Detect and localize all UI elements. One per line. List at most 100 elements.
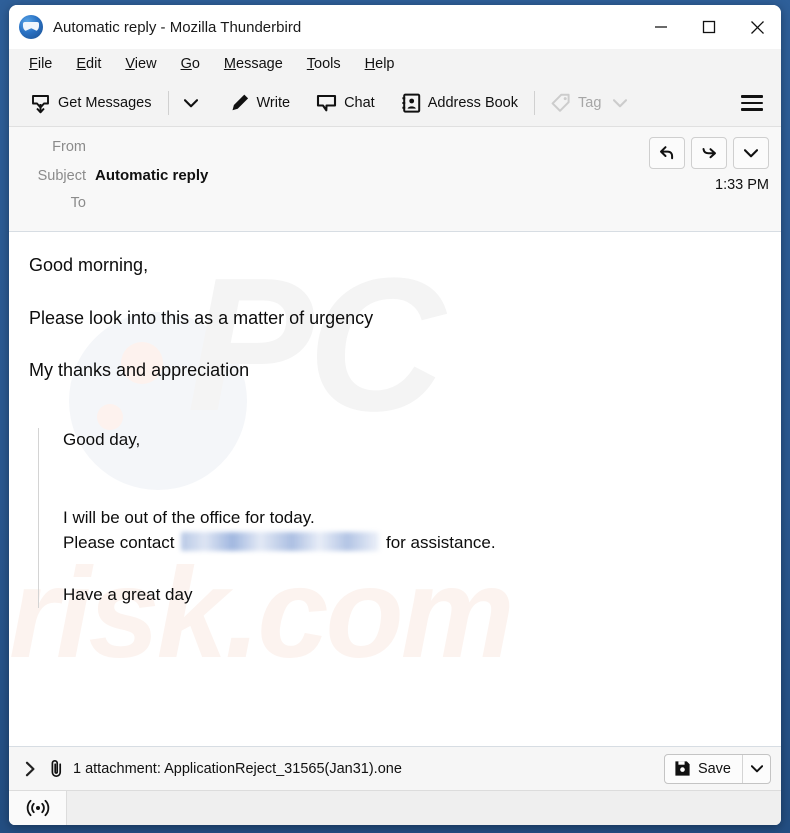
write-button[interactable]: Write xyxy=(223,89,298,117)
menu-item-message[interactable]: Message xyxy=(212,53,295,75)
message-body-content: Good morning, Please look into this as a… xyxy=(29,254,761,609)
hamburger-bar xyxy=(741,95,763,98)
tag-label: Tag xyxy=(578,95,602,111)
forward-arrow-icon xyxy=(702,148,716,159)
forward-button[interactable] xyxy=(691,137,727,169)
chevron-down-icon xyxy=(183,98,198,107)
paperclip-icon-wrapper xyxy=(44,759,73,778)
address-book-button[interactable]: Address Book xyxy=(394,89,525,117)
quote-spacer xyxy=(63,452,761,506)
minimize-icon xyxy=(655,26,667,28)
save-disk-icon xyxy=(675,761,690,776)
toolbar-separator-2 xyxy=(534,91,535,115)
save-label: Save xyxy=(697,760,731,777)
menu-label-rest: o xyxy=(191,56,200,72)
subject-label: Subject xyxy=(37,168,86,184)
desktop-background: Automatic reply - Mozilla Thunderbird Fi… xyxy=(0,0,790,833)
reply-arrow-icon xyxy=(660,146,674,160)
quote-spacer xyxy=(63,555,761,583)
to-label: To xyxy=(70,195,86,211)
close-button[interactable] xyxy=(733,5,781,49)
message-body: PC risk.com Good morning, Please look in… xyxy=(9,232,781,746)
thunderbird-window: Automatic reply - Mozilla Thunderbird Fi… xyxy=(9,5,781,825)
tag-button[interactable]: Tag xyxy=(544,89,634,117)
app-menu-button[interactable] xyxy=(733,89,771,117)
menu-item-file[interactable]: File xyxy=(17,53,64,75)
body-paragraph: Please look into this as a matter of urg… xyxy=(29,307,374,328)
toolbar-gap xyxy=(213,91,214,115)
quote-line-2: Please contact for assistance. xyxy=(63,531,761,556)
window-title: Automatic reply - Mozilla Thunderbird xyxy=(53,18,302,36)
menu-accesskey: G xyxy=(180,56,192,72)
menu-accesskey: E xyxy=(76,56,87,72)
address-book-icon xyxy=(402,93,420,113)
save-attachment-group: Save xyxy=(663,753,771,784)
menu-label-rest: ools xyxy=(314,56,341,72)
speech-bubble-icon xyxy=(317,94,337,112)
maximize-icon xyxy=(702,20,716,34)
attachment-label: 1 attachment: ApplicationReject_31565(Ja… xyxy=(73,760,402,777)
more-actions-button[interactable] xyxy=(733,137,769,169)
menu-item-tools[interactable]: Tools xyxy=(295,53,353,75)
quote-line-1: I will be out of the office for today. xyxy=(63,508,315,528)
menu-bar: File Edit View Go Message Tools Help xyxy=(9,49,781,80)
body-paragraph: My thanks and appreciation xyxy=(29,360,250,380)
close-icon xyxy=(750,20,764,34)
save-dropdown-button[interactable] xyxy=(742,754,770,783)
status-bar xyxy=(9,790,781,825)
menu-label-rest: dit xyxy=(86,56,102,72)
menu-item-go[interactable]: Go xyxy=(169,53,212,75)
menu-label-rest: essage xyxy=(236,56,283,72)
from-label: From xyxy=(52,139,86,155)
message-header: From Subject Automatic reply To 1:33 PM xyxy=(9,127,781,232)
hamburger-bar xyxy=(741,101,763,105)
get-messages-label: Get Messages xyxy=(58,95,152,111)
address-book-label: Address Book xyxy=(427,95,518,111)
message-action-buttons xyxy=(649,137,769,169)
quote-line-2-prefix: Please contact xyxy=(63,532,175,552)
maximize-button[interactable] xyxy=(685,5,733,49)
tag-icon xyxy=(551,93,570,112)
menu-label-rest: elp xyxy=(375,56,395,72)
inbox-download-icon xyxy=(32,94,49,113)
attachment-expand-button[interactable] xyxy=(23,759,44,779)
minimize-button[interactable] xyxy=(637,5,685,49)
get-messages-button[interactable]: Get Messages xyxy=(23,89,159,118)
chat-button[interactable]: Chat xyxy=(309,89,382,117)
title-bar: Automatic reply - Mozilla Thunderbird xyxy=(9,5,781,49)
save-attachment-button[interactable]: Save xyxy=(665,755,742,783)
quote-line-2-suffix: for assistance. xyxy=(385,532,496,552)
paperclip-icon xyxy=(51,759,62,778)
thunderbird-logo-icon xyxy=(19,15,43,39)
menu-accesskey: F xyxy=(29,56,38,72)
chevron-down-icon xyxy=(613,98,628,107)
reply-button[interactable] xyxy=(649,137,685,169)
attachment-bar: 1 attachment: ApplicationReject_31565(Ja… xyxy=(9,746,781,790)
menu-accesskey: H xyxy=(364,56,376,72)
pencil-icon xyxy=(232,94,248,111)
redacted-email-address xyxy=(181,531,380,551)
get-messages-dropdown[interactable] xyxy=(178,95,204,112)
main-toolbar: Get Messages Write Chat Address Book Tag xyxy=(9,80,781,127)
menu-item-edit[interactable]: Edit xyxy=(64,53,113,75)
broadcast-signal-icon xyxy=(26,799,49,817)
subject-value: Automatic reply xyxy=(95,167,209,184)
quote-closing: Have a great day xyxy=(63,585,193,605)
chevron-down-icon xyxy=(744,148,758,157)
status-message-area xyxy=(67,791,781,825)
header-row-to: To xyxy=(23,195,767,223)
chevron-right-icon xyxy=(25,761,35,776)
menu-accesskey: M xyxy=(223,56,237,72)
menu-item-help[interactable]: Help xyxy=(353,53,407,75)
message-time: 1:33 PM xyxy=(715,177,769,193)
chevron-down-icon xyxy=(750,764,763,772)
status-connection-button[interactable] xyxy=(9,791,67,825)
write-label: Write xyxy=(256,95,291,111)
hamburger-bar xyxy=(741,108,763,111)
menu-label-rest: iew xyxy=(134,56,157,72)
body-paragraph: Good morning, xyxy=(29,255,149,275)
header-row-subject: Subject Automatic reply xyxy=(23,167,767,195)
menu-label-rest: ile xyxy=(37,56,53,72)
chat-label: Chat xyxy=(344,95,375,111)
menu-item-view[interactable]: View xyxy=(113,53,168,75)
